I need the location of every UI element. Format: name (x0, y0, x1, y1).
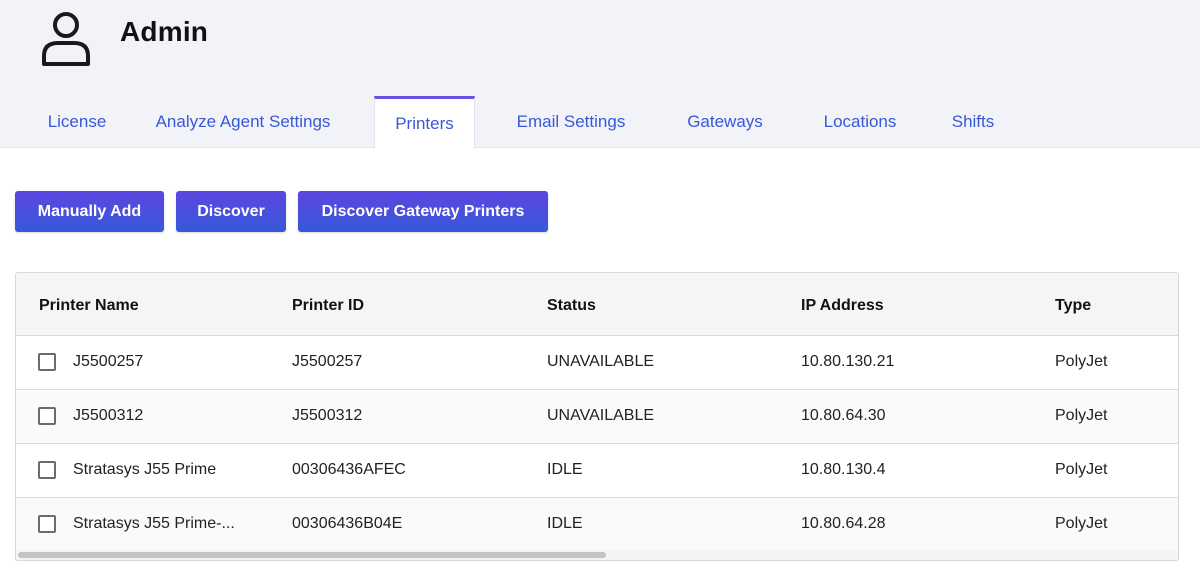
column-header-type[interactable]: Type (1055, 297, 1091, 315)
ip-address-cell: 10.80.64.30 (801, 407, 886, 424)
row-checkbox[interactable] (38, 407, 56, 425)
page-header: Admin License Analyze Agent Settings Pri… (0, 0, 1200, 149)
tab-printers[interactable]: Printers (374, 96, 475, 149)
type-cell: PolyJet (1055, 353, 1108, 370)
printer-name-cell: Stratasys J55 Prime-... (73, 515, 235, 532)
table-header: Printer Name Printer ID Status IP Addres… (16, 273, 1178, 336)
table-row[interactable]: J5500257 J5500257 UNAVAILABLE 10.80.130.… (16, 336, 1178, 390)
status-cell: UNAVAILABLE (547, 353, 655, 370)
printer-name-cell: Stratasys J55 Prime (73, 461, 217, 478)
printer-id-cell: 00306436B04E (292, 515, 403, 532)
tab-bar: License Analyze Agent Settings Printers … (0, 96, 1200, 149)
ip-address-cell: 10.80.130.21 (801, 353, 895, 370)
status-cell: IDLE (547, 515, 583, 532)
tab-shifts[interactable]: Shifts (936, 96, 1010, 148)
printer-id-cell: 00306436AFEC (292, 461, 406, 478)
printers-table: Printer Name Printer ID Status IP Addres… (15, 272, 1179, 561)
tab-gateways[interactable]: Gateways (670, 96, 780, 148)
printer-id-cell: J5500312 (292, 407, 363, 424)
ip-address-cell: 10.80.64.28 (801, 515, 886, 532)
status-cell: UNAVAILABLE (547, 407, 655, 424)
column-header-printer-name[interactable]: Printer Name (39, 297, 139, 315)
type-cell: PolyJet (1055, 461, 1108, 478)
table-row[interactable]: J5500312 J5500312 UNAVAILABLE 10.80.64.3… (16, 390, 1178, 444)
tab-email-settings[interactable]: Email Settings (500, 96, 642, 148)
printer-name-cell: J5500257 (73, 353, 144, 370)
type-cell: PolyJet (1055, 407, 1108, 424)
manually-add-button[interactable]: Manually Add (15, 191, 164, 232)
table-row[interactable]: Stratasys J55 Prime 00306436AFEC IDLE 10… (16, 444, 1178, 498)
page-title: Admin (120, 16, 209, 47)
row-checkbox[interactable] (38, 461, 56, 479)
user-icon (42, 12, 90, 66)
status-cell: IDLE (547, 461, 583, 478)
horizontal-scrollbar[interactable] (16, 550, 1178, 560)
tab-locations[interactable]: Locations (806, 96, 914, 148)
type-cell: PolyJet (1055, 515, 1108, 532)
column-header-status[interactable]: Status (547, 297, 596, 315)
tab-analyze-agent-settings[interactable]: Analyze Agent Settings (138, 96, 348, 148)
column-header-printer-id[interactable]: Printer ID (292, 297, 364, 315)
row-checkbox[interactable] (38, 515, 56, 533)
printer-name-cell: J5500312 (73, 407, 144, 424)
tab-license[interactable]: License (30, 96, 124, 148)
ip-address-cell: 10.80.130.4 (801, 461, 886, 478)
printer-id-cell: J5500257 (292, 353, 363, 370)
discover-button[interactable]: Discover (176, 191, 286, 232)
column-header-ip-address[interactable]: IP Address (801, 297, 884, 315)
row-checkbox[interactable] (38, 353, 56, 371)
table-row[interactable]: Stratasys J55 Prime-... 00306436B04E IDL… (16, 498, 1178, 552)
discover-gateway-printers-button[interactable]: Discover Gateway Printers (298, 191, 548, 232)
scrollbar-thumb[interactable] (18, 552, 606, 558)
